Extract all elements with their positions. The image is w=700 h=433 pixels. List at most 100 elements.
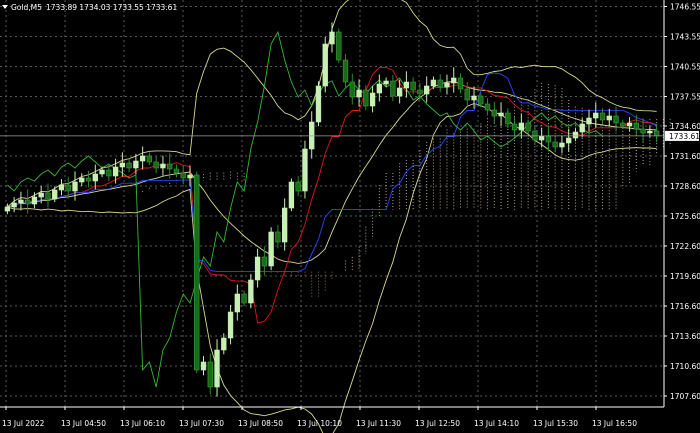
candle-body: [85, 177, 92, 182]
candle-body: [511, 123, 518, 131]
time-tick-label: 13 Jul 2022: [2, 419, 45, 428]
candle-body: [288, 181, 295, 209]
candle-body: [376, 83, 383, 94]
price-tick-label: 1728.60: [670, 182, 700, 191]
candle-body: [4, 206, 11, 212]
candle-body: [112, 166, 119, 177]
candle-body: [417, 89, 423, 95]
candle-body: [281, 207, 288, 243]
time-tick-label: 13 Jul 16:50: [592, 419, 637, 428]
candle-body: [525, 122, 531, 132]
candle-body: [491, 109, 497, 117]
candle-body: [254, 256, 261, 281]
candle-body: [11, 202, 17, 208]
price-tick-label: 1719.60: [670, 272, 700, 281]
candle-body: [173, 168, 180, 174]
candle-body: [261, 256, 268, 267]
candle-body: [451, 77, 457, 84]
time-tick-label: 13 Jul 07:30: [179, 419, 224, 428]
candle-body: [363, 89, 369, 107]
candle-body: [437, 79, 443, 88]
candle-body: [275, 231, 281, 243]
candle-body: [126, 162, 132, 169]
candle-body: [268, 231, 274, 267]
time-tick-label: 13 Jul 10:10: [297, 419, 342, 428]
candle-body: [139, 155, 146, 162]
candle-body: [349, 81, 355, 98]
candle-body: [194, 174, 200, 371]
candle-body: [579, 123, 585, 133]
price-tick-label: 1725.60: [670, 212, 700, 221]
candle-body: [45, 192, 51, 200]
price-tick-label: 1713.60: [670, 332, 700, 341]
candle-body: [65, 184, 71, 192]
candle-body: [626, 122, 633, 127]
candle-body: [336, 31, 342, 61]
candle-body: [72, 181, 78, 192]
candle-body: [559, 142, 565, 148]
candle-body: [518, 122, 525, 131]
candle-body: [538, 135, 545, 141]
candle-body: [234, 293, 240, 313]
candle-body: [119, 162, 126, 168]
time-tick-label: 13 Jul 08:50: [238, 419, 283, 428]
price-tick-label: 1707.60: [670, 392, 700, 401]
time-tick-label: 13 Jul 12:50: [415, 419, 460, 428]
candle-body: [18, 199, 24, 204]
candle-body: [606, 115, 612, 121]
candle-body: [356, 89, 362, 98]
symbol-timeframe: Gold,M5: [11, 3, 42, 12]
candle-body: [79, 177, 85, 183]
time-tick-label: 13 Jul 14:10: [474, 419, 519, 428]
time-tick-label: 13 Jul 15:30: [533, 419, 578, 428]
candle-body: [653, 130, 660, 137]
price-tick-label: 1737.55: [670, 93, 700, 102]
candle-body: [505, 112, 511, 125]
candle-body: [471, 95, 477, 101]
candle-body: [146, 155, 153, 163]
candle-body: [241, 293, 247, 304]
ohlc-values: 1733.89 1734.03 1733.55 1733.61: [46, 3, 177, 12]
candle-body: [430, 79, 437, 87]
candle-body: [633, 122, 639, 130]
candle-body: [153, 161, 159, 169]
candle-body: [52, 189, 58, 200]
chart-canvas[interactable]: 1733.61 1746.55 1743.55 1740.55 1737.55 1734…: [0, 0, 700, 433]
candle-body: [478, 95, 484, 105]
price-tick-label: 1740.55: [670, 63, 700, 72]
candle-body: [566, 137, 572, 144]
candle-body: [484, 103, 491, 111]
candle-body: [133, 160, 139, 169]
candle-body: [58, 184, 65, 191]
candle-body: [167, 163, 173, 170]
time-tick-label: 13 Jul 06:10: [120, 419, 165, 428]
candle-body: [31, 196, 38, 205]
candle-body: [160, 163, 166, 169]
price-tick-label: 1743.55: [670, 33, 700, 42]
candle-body: [390, 80, 396, 97]
candle-body: [464, 88, 470, 101]
price-tick-label: 1716.60: [670, 302, 700, 311]
candle-body: [248, 279, 254, 304]
candle-body: [315, 85, 322, 123]
time-tick-label: 13 Jul 11:30: [356, 419, 401, 428]
candle-body: [572, 131, 579, 139]
time-tick-label: 13 Jul 04:50: [61, 419, 106, 428]
price-tick-label: 1731.60: [670, 152, 700, 161]
price-tick-label: 1734.60: [670, 122, 700, 131]
candle-body: [187, 174, 193, 179]
candle-body: [106, 169, 112, 177]
candle-body: [593, 112, 599, 119]
candle-body: [640, 128, 646, 134]
candle-body: [620, 122, 626, 127]
chart-header: Gold,M5 1733.89 1734.03 1733.55 1733.61: [2, 3, 177, 12]
candle-body: [99, 169, 105, 175]
price-tick-label: 1746.55: [670, 3, 700, 12]
candle-body: [302, 148, 308, 192]
price-tick-label: 1710.60: [670, 362, 700, 371]
candle-body: [227, 311, 234, 339]
candle-body: [207, 361, 213, 388]
candle-body: [214, 349, 220, 388]
candle-body: [647, 130, 653, 134]
candle-body: [586, 117, 592, 125]
